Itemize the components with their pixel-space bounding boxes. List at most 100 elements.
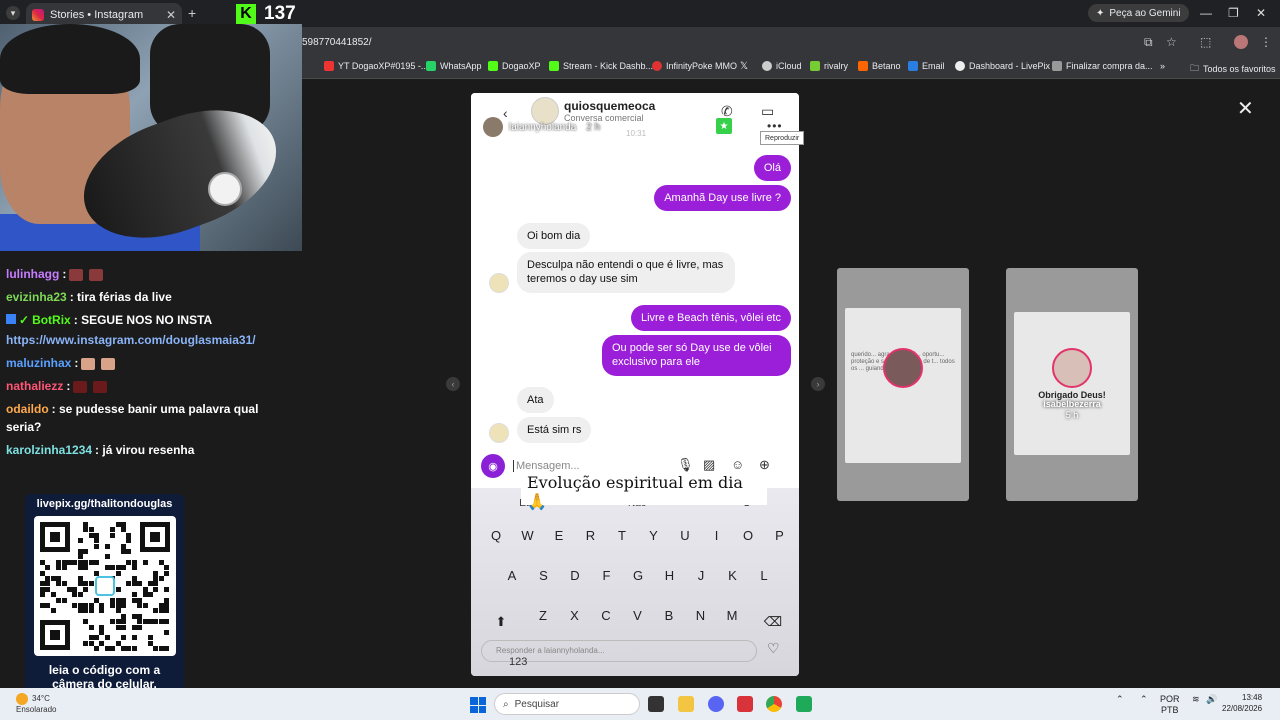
qr-module (153, 608, 159, 614)
key-e: E (554, 528, 564, 543)
maximize-icon[interactable]: ❐ (1228, 6, 1239, 20)
gemini-button[interactable]: ✦ Peça ao Gemini (1088, 4, 1189, 22)
livepix-logo-icon (95, 576, 115, 596)
keyboard-layout: PTB (1161, 704, 1179, 715)
message-outgoing: Amanhã Day use livre ? (654, 185, 791, 212)
message-outgoing: Olá (753, 155, 791, 182)
qr-module (110, 532, 116, 538)
app-icon[interactable] (796, 696, 812, 712)
all-favorites-label: Todos os favoritos (1203, 64, 1276, 74)
bookmark-label: WhatsApp (440, 61, 482, 71)
story-author[interactable]: laiannyholanda 2 h (483, 117, 600, 137)
chat-link[interactable]: https://www.instagram.com/douglasmaia31/ (6, 333, 256, 347)
qr-module (121, 527, 126, 533)
qr-module (115, 586, 121, 592)
close-tab-icon[interactable]: ✕ (166, 8, 176, 22)
like-heart-icon[interactable]: ♡ (767, 640, 780, 657)
emote-icon (73, 380, 88, 393)
key-o: O (742, 528, 754, 543)
key-y: Y (649, 528, 658, 543)
tray-up-icon[interactable]: ⌃ (1140, 694, 1148, 705)
story-preview-card[interactable]: querido... agrad... de vid... oportu... … (837, 268, 969, 501)
more-bookmarks-icon[interactable]: » (1160, 61, 1165, 71)
qr-module (126, 646, 132, 652)
language-indicator[interactable]: POR PTB (1160, 694, 1180, 716)
message-incoming: Oi bom dia (517, 223, 591, 250)
qr-module (121, 619, 126, 625)
all-favorites[interactable]: 🗀 Todos os favoritos (1190, 61, 1276, 77)
windows-start-icon[interactable] (470, 697, 486, 713)
bookmark-item[interactable]: iCloud (762, 61, 802, 71)
bookmark-item[interactable]: rivalry (810, 61, 848, 71)
bookmark-item[interactable]: Finalizar compra da... (1052, 61, 1153, 71)
qr-module (131, 646, 137, 652)
extensions-icon[interactable]: ⬚ (1200, 35, 1211, 49)
qr-module (56, 565, 62, 571)
qr-module (164, 570, 170, 576)
key-q: Q (490, 528, 502, 543)
discord-icon[interactable] (708, 696, 724, 712)
bookmark-item[interactable]: 𝕏 (740, 61, 748, 72)
qr-module (77, 576, 83, 581)
bookmark-item[interactable]: WhatsApp (426, 61, 482, 71)
qr-module (72, 592, 78, 598)
file-explorer-icon[interactable] (678, 696, 694, 712)
location-icon[interactable]: ⌃ (1116, 694, 1124, 705)
bookmark-item[interactable]: Stream - Kick Dashb... (549, 61, 653, 71)
qr-module (158, 559, 164, 565)
bookmark-item[interactable]: YT DogaoXP#0195 -... (324, 61, 428, 71)
prev-story-icon[interactable]: ‹ (446, 377, 460, 391)
qr-module (104, 635, 110, 641)
bookmark-item[interactable]: DogaoXP (488, 61, 541, 71)
bookmark-star-icon[interactable]: ☆ (1166, 35, 1177, 49)
message-input: Mensagem... (513, 460, 580, 472)
chrome-icon[interactable] (766, 696, 782, 712)
qr-module (131, 576, 137, 581)
bookmark-item[interactable]: Email (908, 61, 945, 71)
qr-module (40, 581, 45, 587)
qr-module (164, 586, 170, 592)
wifi-icon[interactable]: ≋ (1192, 694, 1200, 705)
story-dm-screenshot[interactable]: ‹ quiosquemeoca Conversa comercial ✆ ▭ l… (471, 93, 799, 676)
qr-module (164, 603, 170, 608)
weather-widget[interactable]: 34°C Ensolarado (16, 693, 56, 715)
minimize-icon[interactable]: — (1200, 6, 1212, 20)
address-bar[interactable]: 598770441852/ (302, 37, 372, 48)
chat-text: : se pudesse banir uma palavra qual (51, 402, 259, 416)
key-u: U (680, 528, 690, 543)
new-tab-icon[interactable]: + (188, 5, 196, 21)
bookmark-item[interactable]: Dashboard - LivePix (955, 61, 1050, 71)
bookmark-item[interactable]: InfinityPoke MMO (652, 61, 737, 71)
story-text-sticker: Evolução espiritual em dia 🙏 (521, 473, 767, 511)
task-view-icon[interactable] (648, 696, 664, 712)
message-incoming: Está sim rs (517, 417, 592, 444)
qr-module (148, 592, 153, 598)
qr-module (72, 586, 78, 592)
close-window-icon[interactable]: ✕ (1256, 6, 1266, 20)
qr-module (40, 586, 45, 592)
volume-icon[interactable]: 🔊 (1206, 694, 1217, 705)
system-clock[interactable]: 13:48 22/08/2026 (1222, 692, 1262, 714)
cast-icon[interactable]: ⧉ (1144, 35, 1153, 50)
qr-module (88, 581, 94, 587)
qr-module (126, 581, 132, 587)
bookmark-item[interactable]: Betano (858, 61, 901, 71)
profile-avatar[interactable] (1234, 35, 1248, 49)
next-story-icon[interactable]: › (811, 377, 825, 391)
qr-module (72, 603, 78, 608)
taskbar-search[interactable]: ⌕ Pesquisar (494, 693, 640, 715)
qr-module (83, 522, 89, 527)
qr-module (121, 646, 126, 652)
chat-username: nathaliezz (6, 379, 64, 393)
menu-icon[interactable]: ⋮ (1260, 35, 1272, 49)
tab-search-icon[interactable]: ▾ (6, 6, 20, 20)
key-l: L (760, 568, 768, 583)
gemini-label: Peça ao Gemini (1109, 7, 1181, 19)
app-icon[interactable] (737, 696, 753, 712)
qr-module (148, 619, 153, 625)
qr-module (131, 613, 137, 619)
qr-module (131, 597, 137, 603)
close-icon[interactable]: ✕ (1237, 96, 1254, 121)
story-preview-card[interactable]: Obrigado Deus! isabelbezerra 5 h (1006, 268, 1138, 501)
chat-text: : (74, 356, 79, 370)
